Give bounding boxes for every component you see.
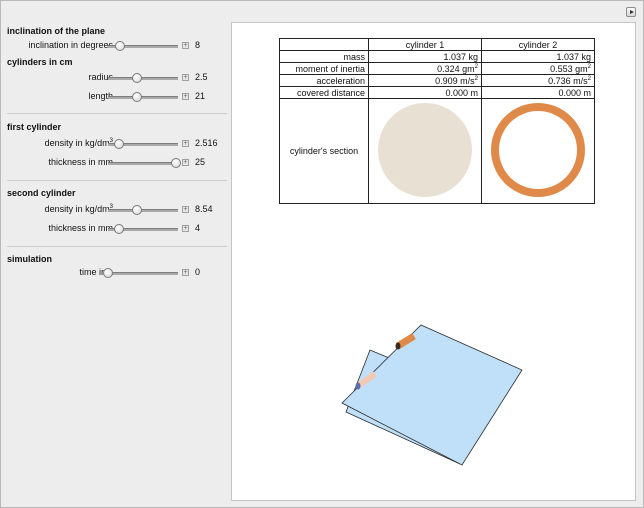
slider-thumb[interactable] bbox=[132, 205, 143, 215]
length-value: 21 bbox=[195, 91, 206, 101]
inclined-plane-scene bbox=[341, 324, 523, 466]
expand-plus-icon[interactable]: + bbox=[182, 42, 189, 49]
first-density-label: density in kg/dm3 bbox=[44, 138, 113, 148]
time-slider[interactable] bbox=[103, 268, 178, 278]
inclination-slider[interactable] bbox=[108, 41, 178, 51]
slider-thumb[interactable] bbox=[113, 224, 124, 234]
first-density-control: density in kg/dm3 + 2.516 bbox=[7, 138, 227, 150]
heading-cylinders: cylinders in cm bbox=[7, 57, 73, 67]
time-value: 0 bbox=[195, 267, 201, 277]
first-thickness-control: thickness in mm + 25 bbox=[7, 157, 227, 169]
radius-control: radius + 2.5 bbox=[7, 72, 227, 84]
second-thickness-label: thickness in mm bbox=[48, 223, 113, 233]
radius-slider[interactable] bbox=[108, 73, 178, 83]
slider-thumb[interactable] bbox=[103, 268, 113, 278]
first-density-slider[interactable] bbox=[108, 139, 178, 149]
expand-plus-icon[interactable]: + bbox=[182, 140, 189, 147]
second-thickness-value: 4 bbox=[195, 223, 201, 233]
inclination-value: 8 bbox=[195, 40, 201, 50]
slider-thumb[interactable] bbox=[132, 92, 143, 102]
length-control: length + 21 bbox=[7, 91, 227, 103]
expand-plus-icon[interactable]: + bbox=[182, 93, 189, 100]
time-control: time in s + 0 bbox=[7, 267, 227, 279]
inclination-label: inclination in degrees bbox=[28, 40, 113, 50]
length-slider[interactable] bbox=[108, 92, 178, 102]
heading-inclination: inclination of the plane bbox=[7, 26, 106, 36]
inclination-control: inclination in degrees + 8 bbox=[7, 40, 227, 52]
slider-thumb[interactable] bbox=[170, 158, 181, 168]
divider bbox=[7, 246, 227, 247]
heading-second-cylinder: second cylinder bbox=[7, 188, 76, 198]
second-thickness-slider[interactable] bbox=[108, 224, 178, 234]
cylinder-1-end bbox=[355, 382, 361, 390]
expand-plus-icon[interactable]: + bbox=[182, 225, 189, 232]
expand-plus-icon[interactable]: + bbox=[182, 206, 189, 213]
slider-thumb[interactable] bbox=[114, 41, 125, 51]
first-thickness-slider[interactable] bbox=[108, 158, 181, 168]
radius-value: 2.5 bbox=[195, 72, 208, 82]
first-density-value: 2.516 bbox=[195, 138, 218, 148]
slider-thumb[interactable] bbox=[132, 73, 143, 83]
second-density-slider[interactable] bbox=[108, 205, 178, 215]
heading-first-cylinder: first cylinder bbox=[7, 122, 62, 132]
slider-thumb[interactable] bbox=[113, 139, 124, 149]
second-density-control: density in kg/dm3 + 8.54 bbox=[7, 204, 227, 216]
cylinder-2-end bbox=[395, 342, 401, 350]
expand-plus-icon[interactable]: + bbox=[182, 159, 189, 166]
expand-plus-icon[interactable]: + bbox=[182, 269, 189, 276]
divider bbox=[7, 180, 227, 181]
upper-plane bbox=[341, 324, 523, 466]
first-thickness-value: 25 bbox=[195, 157, 206, 167]
second-density-value: 8.54 bbox=[195, 204, 213, 214]
second-thickness-control: thickness in mm + 4 bbox=[7, 223, 227, 235]
heading-simulation: simulation bbox=[7, 254, 53, 264]
first-thickness-label: thickness in mm bbox=[48, 157, 113, 167]
expand-plus-icon[interactable]: + bbox=[182, 74, 189, 81]
second-density-label: density in kg/dm3 bbox=[44, 204, 113, 214]
divider bbox=[7, 113, 227, 114]
play-arrow-icon[interactable] bbox=[626, 7, 636, 17]
output-canvas: cylinder 1 cylinder 2 mass 1.037 kg 1.03… bbox=[231, 22, 636, 501]
